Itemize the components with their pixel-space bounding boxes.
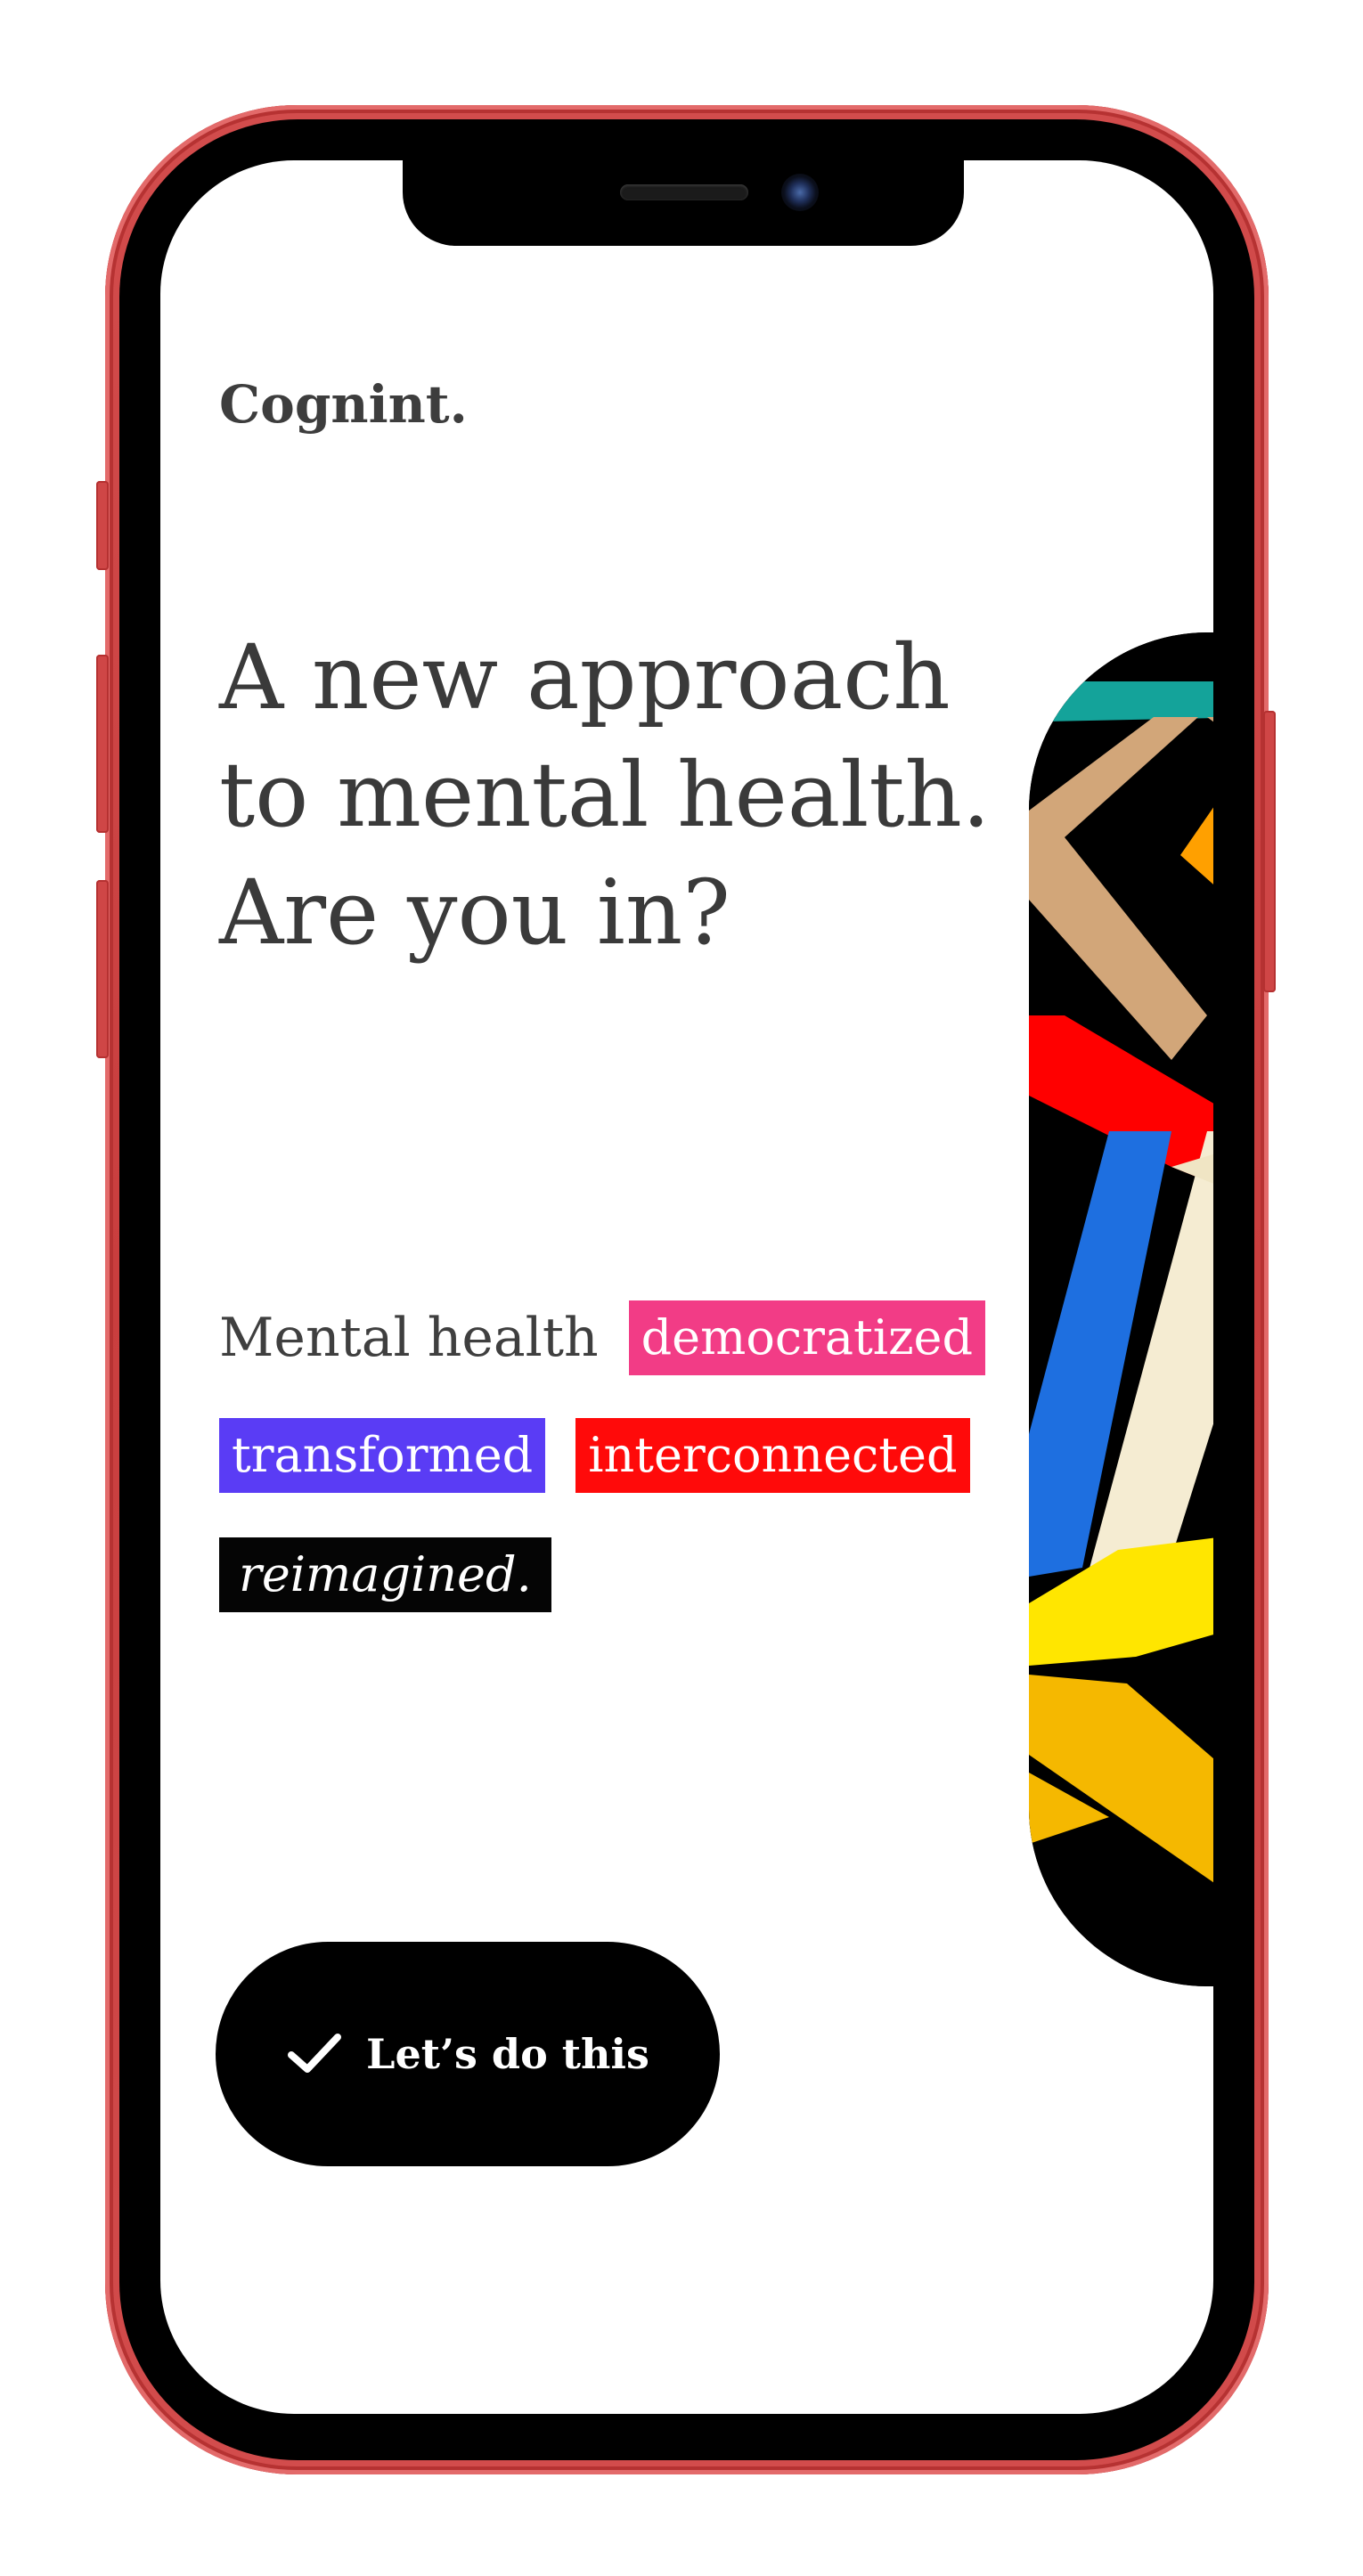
tag-reimagined: reimagined.	[219, 1537, 551, 1612]
volume-up-button	[96, 655, 109, 833]
artwork-graphic	[1029, 632, 1213, 1986]
headline-line: A new approach	[219, 625, 951, 730]
tagline-row: transformed interconnected	[219, 1418, 970, 1493]
phone-screen: Cognint. A new approach to mental health…	[160, 160, 1213, 2414]
checkmark-icon	[288, 2034, 342, 2073]
mute-switch	[96, 481, 109, 570]
tagline-row: reimagined.	[219, 1537, 551, 1612]
tag-transformed: transformed	[219, 1418, 546, 1493]
headline-line: Are you in?	[219, 860, 730, 965]
tag-interconnected: interconnected	[575, 1418, 970, 1493]
side-power-button	[1263, 711, 1276, 992]
front-camera-icon	[781, 174, 819, 211]
hero-headline: A new approach to mental health. Are you…	[219, 619, 1021, 972]
tag-democratized: democratized	[628, 1300, 986, 1375]
tagline-row: Mental health democratized	[219, 1300, 986, 1375]
earpiece-speaker	[620, 184, 748, 200]
abstract-artwork-image	[1029, 632, 1213, 1986]
volume-down-button	[96, 880, 109, 1058]
tagline-lead: Mental health	[219, 1307, 599, 1369]
headline-line: to mental health.	[219, 743, 991, 847]
cta-label: Let’s do this	[366, 2030, 649, 2078]
brand-logo[interactable]: Cognint.	[219, 374, 468, 435]
lets-do-this-button[interactable]: Let’s do this	[216, 1942, 720, 2166]
